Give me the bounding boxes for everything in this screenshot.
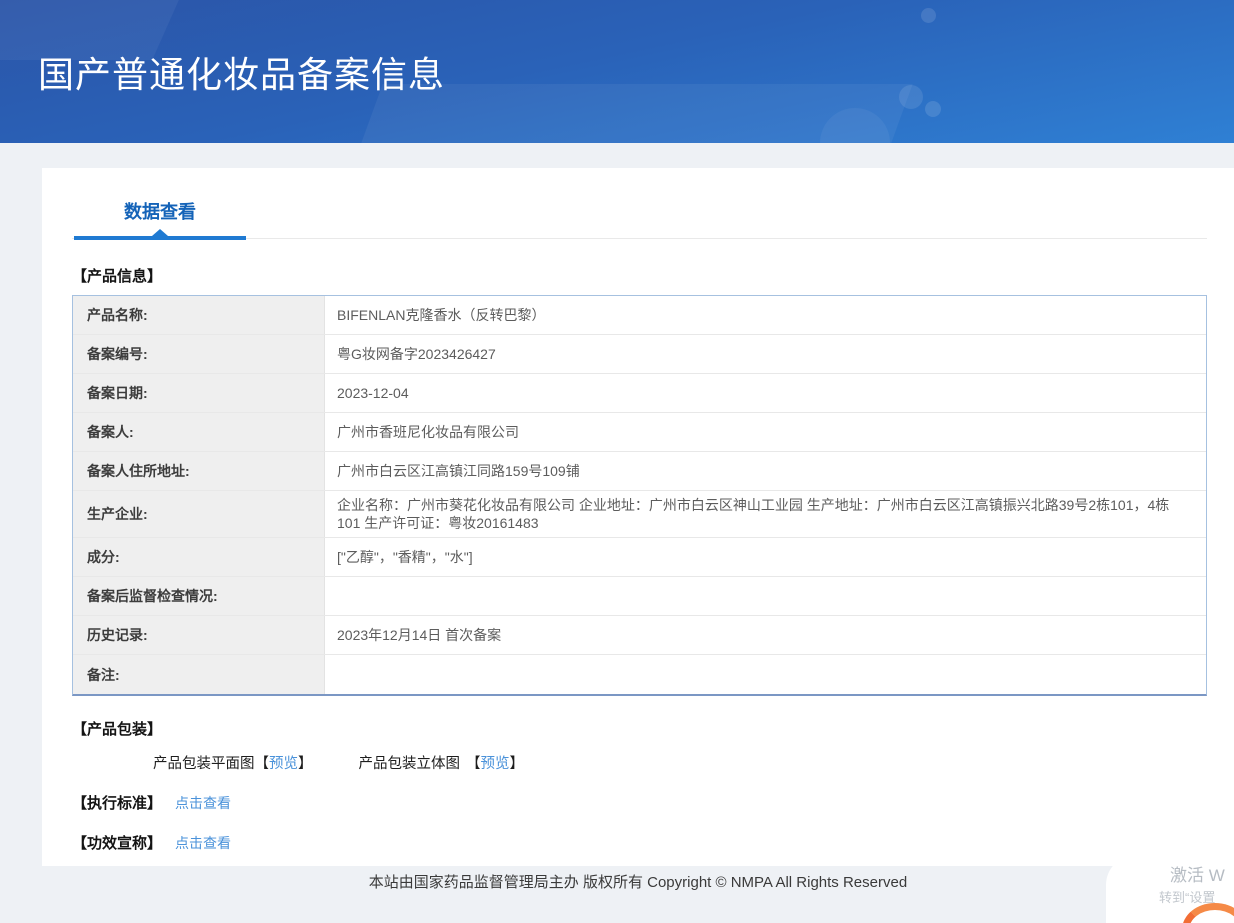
table-row: 备注:	[73, 655, 1206, 694]
main-area: 数据查看 【产品信息】 产品名称: BIFENLAN克隆香水（反转巴黎） 备案编…	[0, 143, 1234, 923]
row-value	[325, 655, 1206, 694]
row-label: 生产企业:	[73, 491, 325, 537]
product-info-table: 产品名称: BIFENLAN克隆香水（反转巴黎） 备案编号: 粤G妆网备字202…	[72, 295, 1207, 696]
row-label: 备案编号:	[73, 335, 325, 373]
tab-active-underline	[74, 236, 246, 240]
packaging-3d-item: 产品包装立体图 【预览】	[359, 752, 525, 773]
standards-line: 【执行标准】 点击查看	[72, 792, 1207, 813]
row-value: BIFENLAN克隆香水（反转巴黎）	[337, 307, 546, 323]
banner-decor-circle	[921, 8, 936, 23]
row-value: 广州市白云区江高镇江同路159号109铺	[337, 463, 580, 479]
banner-decor-circle	[925, 101, 941, 117]
section-title-product-info: 【产品信息】	[72, 268, 163, 285]
section-title-efficacy: 【功效宣称】	[72, 835, 163, 852]
row-label: 产品名称:	[73, 296, 325, 334]
efficacy-line: 【功效宣称】 点击查看	[72, 832, 1207, 853]
page: 国产普通化妆品备案信息 数据查看 【产品信息】 产品名称: BIFENLAN克隆…	[0, 0, 1234, 923]
row-value: ["乙醇"，"香精"，"水"]	[337, 549, 473, 565]
row-value: 粤G妆网备字2023426427	[337, 346, 496, 362]
standards-view-link[interactable]: 点击查看	[175, 793, 231, 813]
bracket: 【	[254, 756, 270, 772]
watermark-line1: 激活 W	[1170, 866, 1225, 885]
bracket: 】	[298, 756, 313, 772]
orange-logo-arc-icon	[1182, 903, 1234, 923]
bracket: 【	[466, 756, 481, 772]
row-label: 备案日期:	[73, 374, 325, 412]
table-row: 成分: ["乙醇"，"香精"，"水"]	[73, 538, 1206, 577]
tab-data-view-label: 数据查看	[124, 202, 196, 222]
row-value: 2023-12-04	[337, 385, 409, 401]
content-card: 数据查看 【产品信息】 产品名称: BIFENLAN克隆香水（反转巴黎） 备案编…	[42, 168, 1234, 866]
row-label: 备注:	[73, 655, 325, 694]
packaging-3d-preview-link[interactable]: 预览	[481, 756, 510, 772]
table-row: 历史记录: 2023年12月14日 首次备案	[73, 616, 1206, 655]
packaging-flat-item: 产品包装平面图【预览】	[153, 752, 313, 773]
row-label: 历史记录:	[73, 616, 325, 654]
windows-activation-watermark: 激活 W 转到“设置	[1106, 855, 1234, 923]
tab-bar: 数据查看	[72, 168, 1207, 240]
packaging-3d-label: 产品包装立体图	[358, 756, 461, 772]
row-value	[325, 577, 1206, 615]
row-label: 备案人住所地址:	[73, 452, 325, 490]
section-title-standards: 【执行标准】	[72, 795, 163, 812]
table-row: 产品名称: BIFENLAN克隆香水（反转巴黎）	[73, 296, 1206, 335]
row-label: 成分:	[73, 538, 325, 576]
efficacy-view-link[interactable]: 点击查看	[175, 833, 231, 853]
page-title: 国产普通化妆品备案信息	[38, 54, 446, 95]
footer-copyright: 本站由国家药品监督管理局主办 版权所有 Copyright © NMPA All…	[368, 874, 908, 891]
table-row: 备案人: 广州市香班尼化妆品有限公司	[73, 413, 1206, 452]
row-value: 广州市香班尼化妆品有限公司	[337, 424, 519, 440]
tab-data-view[interactable]: 数据查看	[74, 198, 246, 240]
tab-active-caret-icon	[152, 229, 168, 236]
row-label: 备案人:	[73, 413, 325, 451]
packaging-previews: 产品包装平面图【预览】 产品包装立体图 【预览】	[72, 752, 1207, 773]
section-title-packaging: 【产品包装】	[72, 721, 163, 738]
row-label: 备案后监督检查情况:	[73, 577, 325, 615]
table-row: 生产企业: 企业名称：广州市葵花化妆品有限公司 企业地址：广州市白云区神山工业园…	[73, 491, 1206, 538]
table-row: 备案后监督检查情况:	[73, 577, 1206, 616]
banner-decor-circle	[899, 85, 923, 109]
row-value: 企业名称：广州市葵花化妆品有限公司 企业地址：广州市白云区神山工业园 生产地址：…	[337, 497, 1170, 531]
row-value: 2023年12月14日 首次备案	[337, 627, 502, 643]
table-row: 备案编号: 粤G妆网备字2023426427	[73, 335, 1206, 374]
packaging-flat-preview-link[interactable]: 预览	[269, 756, 298, 772]
packaging-flat-label: 产品包装平面图	[153, 756, 255, 772]
bracket: 】	[509, 756, 525, 772]
page-banner: 国产普通化妆品备案信息	[0, 0, 1234, 143]
table-row: 备案人住所地址: 广州市白云区江高镇江同路159号109铺	[73, 452, 1206, 491]
table-row: 备案日期: 2023-12-04	[73, 374, 1206, 413]
